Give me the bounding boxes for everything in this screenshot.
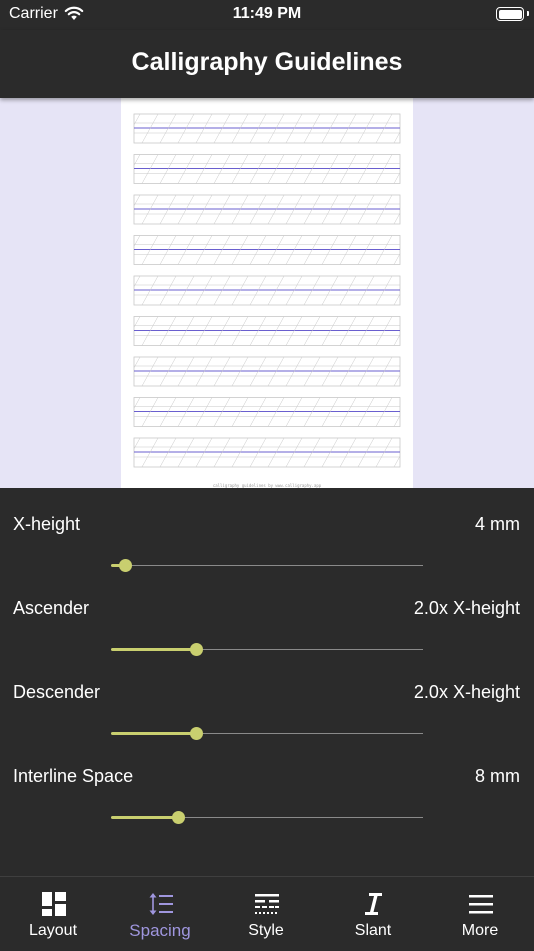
interline-space-slider[interactable] <box>111 808 423 828</box>
navigation-bar: Calligraphy Guidelines <box>0 30 534 98</box>
battery-icon <box>496 7 524 21</box>
descender-slider[interactable] <box>111 724 423 744</box>
interline-space-label: Interline Space <box>13 766 134 786</box>
guideline-row <box>133 194 401 225</box>
tab-label: Slant <box>354 922 392 939</box>
guideline-sheet-drawing: calligraphy guidelines by www.calligraph… <box>133 113 401 488</box>
tab-label: Layout <box>28 922 78 939</box>
clock: 11:49 PM <box>232 5 302 22</box>
ascender-label: Ascender <box>13 598 90 618</box>
spacing-icon <box>149 893 173 915</box>
tab-style[interactable]: Style <box>213 877 319 951</box>
guideline-preview[interactable]: calligraphy guidelines by www.calligraph… <box>0 98 534 488</box>
tab-more[interactable]: More <box>427 877 533 951</box>
paper-sheet: calligraphy guidelines by www.calligraph… <box>121 98 413 488</box>
descender-value: 2.0x X-height <box>413 682 520 702</box>
page-title: Calligraphy Guidelines <box>131 48 403 76</box>
style-icon <box>255 894 279 914</box>
guideline-row <box>133 437 401 468</box>
ascender-value: 2.0x X-height <box>413 598 520 618</box>
tab-label: Style <box>248 922 284 939</box>
tab-layout[interactable]: Layout <box>0 877 106 951</box>
battery-cap <box>527 11 529 16</box>
more-icon <box>469 895 493 914</box>
interline-space-value: 8 mm <box>475 766 520 786</box>
x-height-slider[interactable] <box>111 556 423 576</box>
slider-knob[interactable] <box>189 643 203 656</box>
guideline-row <box>133 316 401 346</box>
tab-spacing[interactable]: Spacing <box>107 877 213 951</box>
guideline-row <box>133 235 401 265</box>
spacing-controls: X-height 4 mm Ascender 2.0x X-height Des… <box>0 488 534 876</box>
slider-knob[interactable] <box>119 559 133 572</box>
guideline-row <box>133 356 401 387</box>
guideline-row <box>133 397 401 427</box>
guideline-row <box>133 154 401 184</box>
status-bar: Carrier 11:49 PM <box>0 0 534 30</box>
tab-label: Spacing <box>129 921 191 940</box>
x-height-label: X-height <box>13 514 81 534</box>
x-height-value: 4 mm <box>475 514 520 534</box>
tab-bar: Layout Spacing Style Slant More <box>0 876 534 951</box>
descender-label: Descender <box>13 682 101 702</box>
layout-icon <box>42 892 66 916</box>
slider-knob[interactable] <box>189 727 203 740</box>
tab-slant[interactable]: Slant <box>320 877 426 951</box>
guideline-row <box>133 113 401 144</box>
slant-icon <box>365 893 382 915</box>
tab-label: More <box>461 922 499 939</box>
guideline-row <box>133 275 401 306</box>
slider-knob[interactable] <box>172 811 186 824</box>
ascender-slider[interactable] <box>111 640 423 660</box>
